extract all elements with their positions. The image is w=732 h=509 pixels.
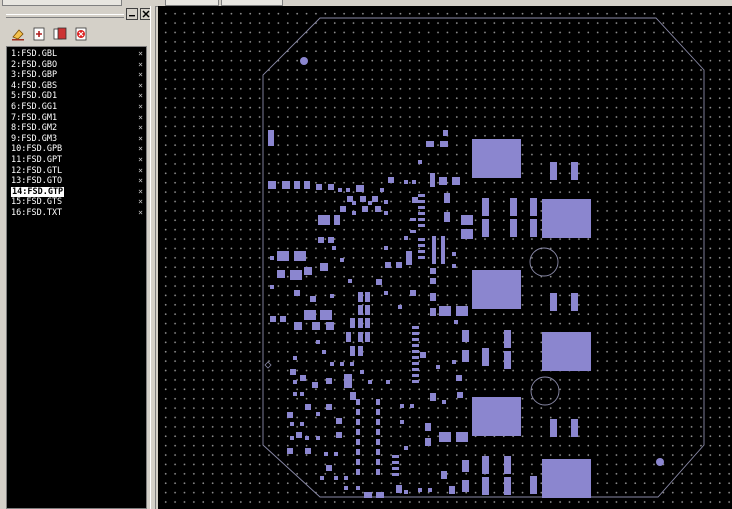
smd-pads [268, 130, 591, 498]
layers-icon[interactable] [52, 26, 68, 42]
remove-layer-icon[interactable]: × [138, 197, 143, 207]
layer-list: 1:FSD.GBL × 2:FSD.GBO × 3:FSD.GBP × 4:FSD.G… [6, 46, 147, 509]
remove-layer-icon[interactable]: × [138, 123, 143, 133]
layer-panel: 1:FSD.GBL × 2:FSD.GBO × 3:FSD.GBP × 4:FSD.G… [0, 6, 154, 509]
remove-layer-icon[interactable]: × [138, 49, 143, 59]
remove-layer-icon[interactable]: × [138, 70, 143, 80]
panel-grip[interactable] [6, 14, 124, 18]
via-ring [529, 247, 559, 277]
pcb-artwork [262, 17, 705, 498]
mounting-hole [300, 57, 308, 65]
layer-item[interactable]: 16:FSD.TXT × [9, 208, 145, 218]
remove-layer-icon[interactable]: × [138, 144, 143, 154]
mounting-hole [656, 458, 664, 466]
panel-titlebar [4, 8, 152, 22]
layer-item[interactable]: 6:FSD.GG1 × [9, 102, 145, 112]
layer-item[interactable]: 5:FSD.GD1 × [9, 91, 145, 101]
remove-layer-icon[interactable]: × [138, 166, 143, 176]
layer-item[interactable]: 1:FSD.GBL × [9, 49, 145, 59]
layer-item[interactable]: 10:FSD.GPB × [9, 144, 145, 154]
layer-item[interactable]: 11:FSD.GPT × [9, 155, 145, 165]
pcb-canvas[interactable] [158, 6, 732, 509]
layer-item[interactable]: 9:FSD.GM3 × [9, 134, 145, 144]
remove-layer-icon[interactable]: × [138, 176, 143, 186]
panel-splitter[interactable] [150, 6, 156, 509]
delete-layer-icon[interactable] [73, 26, 89, 42]
layer-item[interactable]: 12:FSD.GTL × [9, 166, 145, 176]
layer-item[interactable]: 3:FSD.GBP × [9, 70, 145, 80]
layer-item[interactable]: 13:FSD.GTO × [9, 176, 145, 186]
add-layer-icon[interactable] [31, 26, 47, 42]
remove-layer-icon[interactable]: × [138, 91, 143, 101]
remove-layer-icon[interactable]: × [138, 60, 143, 70]
layer-item[interactable]: 8:FSD.GM2 × [9, 123, 145, 133]
via-ring [530, 376, 560, 406]
eraser-icon[interactable] [10, 26, 26, 42]
remove-layer-icon[interactable]: × [138, 102, 143, 112]
layer-item-selected[interactable]: 14:FSD.GTP × [9, 186, 145, 197]
remove-layer-icon[interactable]: × [138, 81, 143, 91]
remove-layer-icon[interactable]: × [138, 208, 143, 218]
layer-item[interactable]: 15:FSD.GTS × [9, 197, 145, 207]
panel-toolbar [6, 26, 146, 46]
layer-item[interactable]: 7:FSD.GM1 × [9, 113, 145, 123]
layer-item[interactable]: 2:FSD.GBO × [9, 60, 145, 70]
layer-item[interactable]: 4:FSD.GBS × [9, 81, 145, 91]
remove-layer-icon[interactable]: × [138, 155, 143, 165]
remove-layer-icon[interactable]: × [138, 113, 143, 123]
remove-layer-icon[interactable]: × [138, 134, 143, 144]
remove-layer-icon[interactable]: × [138, 187, 143, 197]
minimize-icon[interactable] [126, 8, 138, 20]
